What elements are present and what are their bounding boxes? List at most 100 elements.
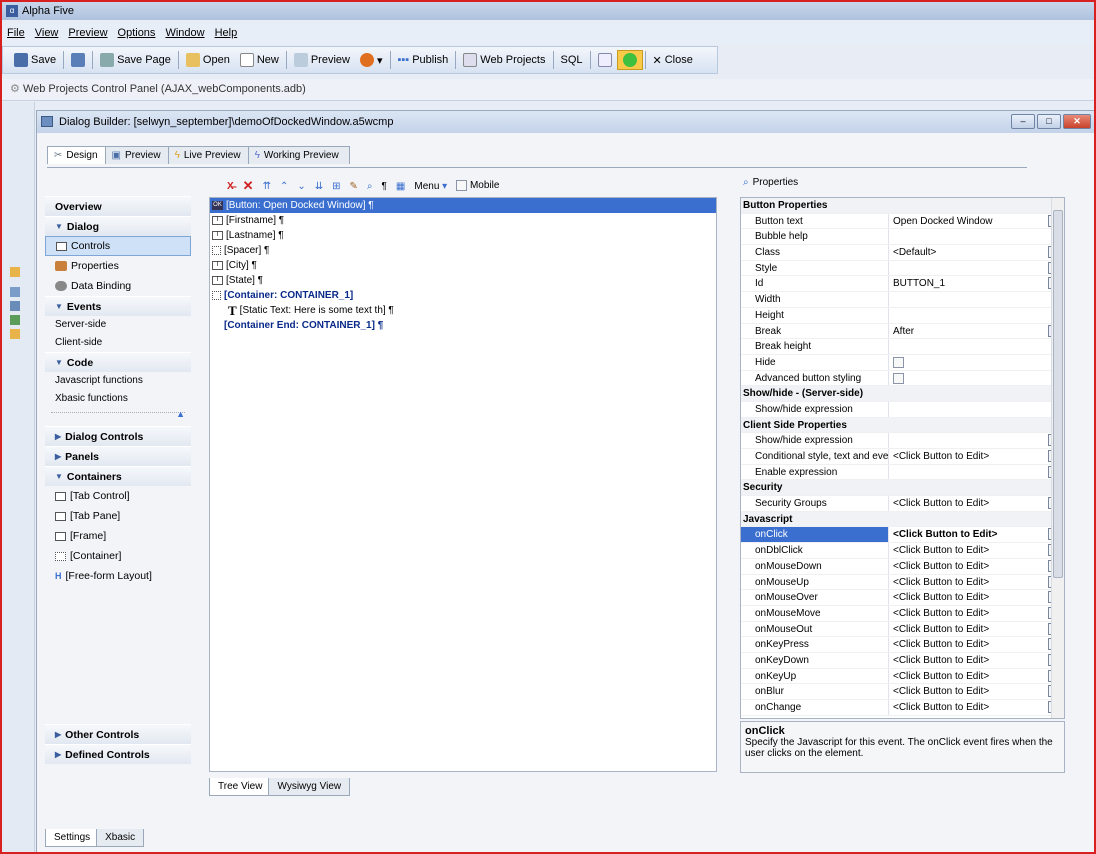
tree-spacer-item[interactable]: [Spacer] ¶ xyxy=(210,243,716,258)
property-value[interactable]: <Click Button to Edit>… xyxy=(889,669,1064,684)
property-value[interactable]: <Click Button to Edit>… xyxy=(889,590,1064,605)
property-value[interactable]: <Click Button to Edit>… xyxy=(889,559,1064,574)
property-row[interactable]: Bubble help xyxy=(741,229,1064,246)
property-value[interactable]: <Click Button to Edit>… xyxy=(889,449,1064,464)
tree-container-end-item[interactable]: [Container End: CONTAINER_1] ¶ xyxy=(210,318,716,333)
grid-icon[interactable]: ▦ xyxy=(396,181,405,192)
move-top-icon[interactable]: ⇈ xyxy=(263,181,271,192)
property-value[interactable] xyxy=(889,371,1064,386)
menu-preview[interactable]: Preview xyxy=(63,24,112,42)
property-value[interactable]: <Click Button to Edit>… xyxy=(889,527,1064,542)
pilcrow-icon[interactable]: ¶ xyxy=(382,181,387,192)
checkbox-icon[interactable] xyxy=(893,356,904,368)
nav-server-side[interactable]: Server-side xyxy=(45,316,191,334)
nav-defined-controls[interactable]: ▶ Defined Controls xyxy=(45,744,191,764)
property-row[interactable]: Break height xyxy=(741,339,1064,355)
property-row[interactable]: Conditional style, text and events <Click… xyxy=(741,449,1064,465)
property-row[interactable]: Advanced button styling xyxy=(741,370,1064,387)
tab-design[interactable]: ✂ Design xyxy=(47,146,109,164)
nav-tab-pane[interactable]: [Tab Pane] xyxy=(45,506,191,526)
property-value[interactable]: BUTTON_1… xyxy=(889,276,1064,291)
nav-javascript-functions[interactable]: Javascript functions xyxy=(45,372,191,390)
nav-xbasic-functions[interactable]: Xbasic functions xyxy=(45,390,191,408)
delete-all-icon[interactable]: X̶ xyxy=(227,181,234,192)
properties-scrollbar[interactable] xyxy=(1051,198,1064,718)
property-row[interactable]: onKeyUp<Click Button to Edit>… xyxy=(741,668,1064,685)
property-category[interactable]: Client Side Properties xyxy=(741,417,1064,434)
new-button[interactable]: New xyxy=(235,51,284,69)
property-value[interactable]: <Click Button to Edit>… xyxy=(889,637,1064,652)
tree-button-item[interactable]: OK [Button: Open Docked Window] ¶ xyxy=(210,198,716,213)
open-button[interactable]: Open xyxy=(181,51,235,69)
nav-tab-control[interactable]: [Tab Control] xyxy=(45,486,191,506)
save-page-button[interactable]: Save Page xyxy=(95,51,176,69)
nav-freeform-layout[interactable]: H [Free-form Layout] xyxy=(45,566,191,586)
minimize-button[interactable]: – xyxy=(1011,114,1035,129)
tree-city-item[interactable]: I [City] ¶ xyxy=(210,258,716,273)
search-icon[interactable]: ⌕ xyxy=(367,181,373,192)
property-value[interactable]: <Click Button to Edit>… xyxy=(889,575,1064,590)
tools-icon[interactable]: ✎ xyxy=(350,181,358,192)
tree-container-item[interactable]: [Container: CONTAINER_1] xyxy=(210,288,716,303)
menu-help[interactable]: Help xyxy=(210,24,243,42)
web-projects-button[interactable]: Web Projects xyxy=(458,51,550,69)
status-button[interactable] xyxy=(616,50,643,70)
preview-button[interactable]: Preview xyxy=(289,51,355,69)
property-value[interactable]: <Click Button to Edit>… xyxy=(889,543,1064,558)
menu-view[interactable]: View xyxy=(30,24,64,42)
property-row[interactable]: Enable expression… xyxy=(741,464,1064,481)
property-row[interactable]: Class<Default>… xyxy=(741,245,1064,261)
property-row[interactable]: Height xyxy=(741,307,1064,324)
font-button[interactable] xyxy=(593,51,617,69)
property-category[interactable]: Button Properties xyxy=(741,198,1064,214)
nav-properties[interactable]: Properties xyxy=(45,256,191,276)
tree-static-text-item[interactable]: T [Static Text: Here is some text th] ¶ xyxy=(210,303,716,318)
mobile-checkbox[interactable]: Mobile xyxy=(456,180,499,192)
property-row[interactable]: Style… xyxy=(741,260,1064,277)
nav-controls[interactable]: Controls xyxy=(45,236,191,256)
property-row[interactable]: onMouseUp<Click Button to Edit>… xyxy=(741,574,1064,591)
menu-options[interactable]: Options xyxy=(113,24,161,42)
menu-file[interactable]: File xyxy=(2,24,30,42)
tab-settings[interactable]: Settings xyxy=(45,829,100,847)
nav-data-binding[interactable]: Data Binding xyxy=(45,276,191,296)
property-row[interactable]: onMouseMove<Click Button to Edit>… xyxy=(741,605,1064,622)
property-row[interactable]: onClick<Click Button to Edit>… xyxy=(741,527,1064,544)
nav-client-side[interactable]: Client-side xyxy=(45,334,191,352)
menu-window[interactable]: Window xyxy=(160,24,209,42)
save-all-button[interactable] xyxy=(66,51,90,69)
property-row[interactable]: onDblClick<Click Button to Edit>… xyxy=(741,543,1064,559)
property-value[interactable]: <Click Button to Edit>… xyxy=(889,700,1064,715)
property-value[interactable]: … xyxy=(889,261,1064,276)
tree-state-item[interactable]: I [State] ¶ xyxy=(210,273,716,288)
property-value[interactable]: <Click Button to Edit>… xyxy=(889,622,1064,637)
property-row[interactable]: Width xyxy=(741,292,1064,308)
scrollbar-thumb[interactable] xyxy=(1053,210,1063,578)
property-row[interactable]: Hide xyxy=(741,354,1064,371)
nav-dialog-controls[interactable]: ▶ Dialog Controls xyxy=(45,426,191,446)
property-row[interactable]: Show/hide expression xyxy=(741,401,1064,418)
property-value[interactable]: Open Docked Window… xyxy=(889,214,1064,229)
checkbox-icon[interactable] xyxy=(893,372,904,384)
property-category[interactable]: Javascript xyxy=(741,511,1064,528)
property-value[interactable]: <Click Button to Edit>… xyxy=(889,496,1064,511)
tab-working-preview[interactable]: ϟ Working Preview xyxy=(247,146,350,164)
nav-frame[interactable]: [Frame] xyxy=(45,526,191,546)
property-value[interactable]: <Click Button to Edit>… xyxy=(889,684,1064,699)
menu-dropdown[interactable]: Menu ▾ xyxy=(414,181,447,192)
indent-icon[interactable]: ⊞ xyxy=(332,181,340,192)
property-row[interactable]: onMouseOver<Click Button to Edit>… xyxy=(741,590,1064,606)
property-row[interactable]: onMouseOut<Click Button to Edit>… xyxy=(741,621,1064,638)
publish-button[interactable]: ▪▪▪ Publish xyxy=(393,52,454,68)
save-button[interactable]: Save xyxy=(9,51,61,69)
property-row[interactable]: onKeyPress<Click Button to Edit>… xyxy=(741,637,1064,653)
property-value[interactable]: … xyxy=(889,433,1064,448)
sql-button[interactable]: SQL xyxy=(556,52,588,68)
nav-events[interactable]: ▼ Events xyxy=(45,296,191,316)
maximize-button[interactable]: □ xyxy=(1037,114,1061,129)
property-value[interactable]: <Click Button to Edit>… xyxy=(889,606,1064,621)
property-row[interactable]: onChange<Click Button to Edit>… xyxy=(741,700,1064,716)
nav-panels[interactable]: ▶ Panels xyxy=(45,446,191,466)
nav-dialog[interactable]: ▼ Dialog xyxy=(45,216,191,236)
property-row[interactable]: Show/hide expression… xyxy=(741,433,1064,449)
